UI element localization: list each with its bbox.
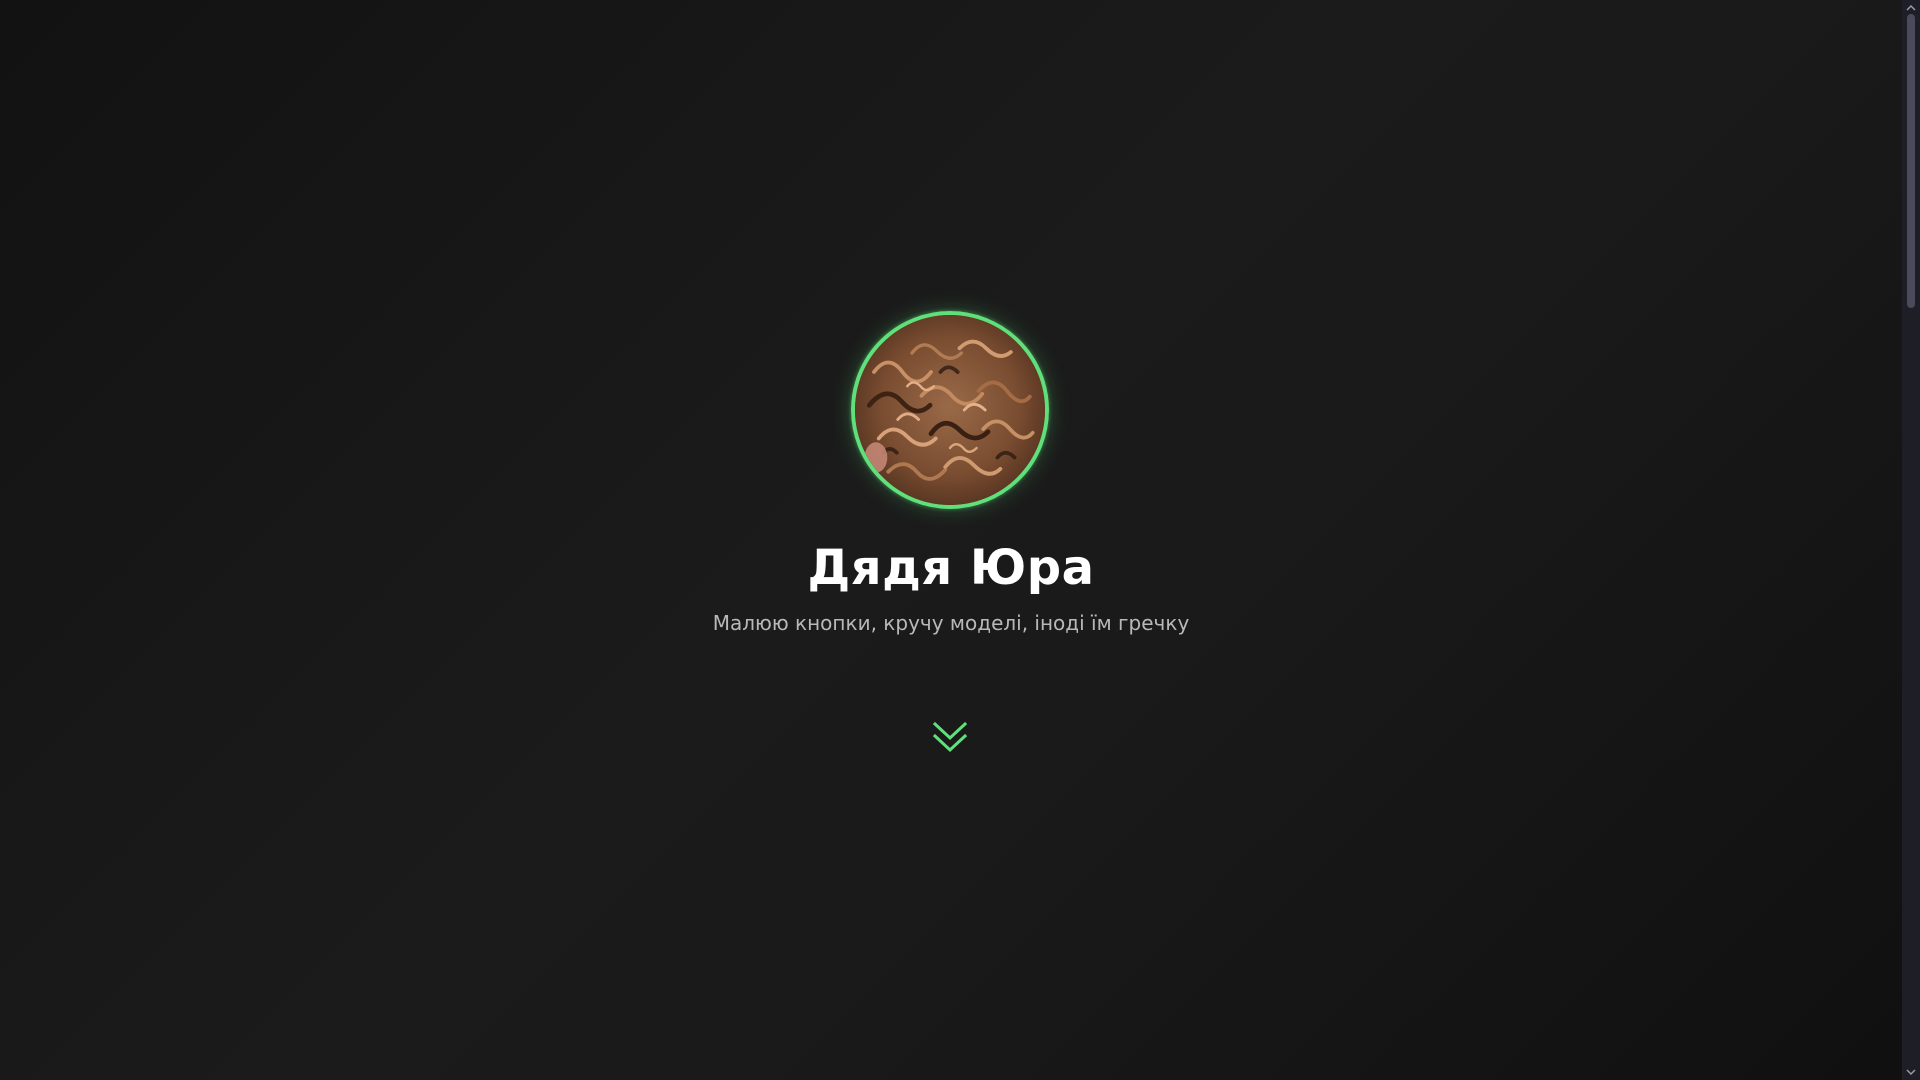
page-background: Дядя Юра Малюю кнопки, кручу моделі, іно… xyxy=(0,0,1902,1080)
scroll-down-button[interactable] xyxy=(929,720,971,756)
avatar xyxy=(851,311,1049,509)
scrollbar-thumb[interactable] xyxy=(1907,14,1915,308)
hero-section: Дядя Юра Малюю кнопки, кручу моделі, іно… xyxy=(0,0,1902,1080)
profile-name: Дядя Юра xyxy=(807,540,1095,596)
scroll-down-arrow-icon[interactable] xyxy=(1902,1064,1920,1080)
double-chevron-down-icon xyxy=(932,721,968,753)
vertical-scrollbar[interactable] xyxy=(1902,0,1920,1080)
profile-tagline: Малюю кнопки, кручу моделі, іноді їм гре… xyxy=(712,611,1190,635)
avatar-photo xyxy=(855,315,1045,505)
